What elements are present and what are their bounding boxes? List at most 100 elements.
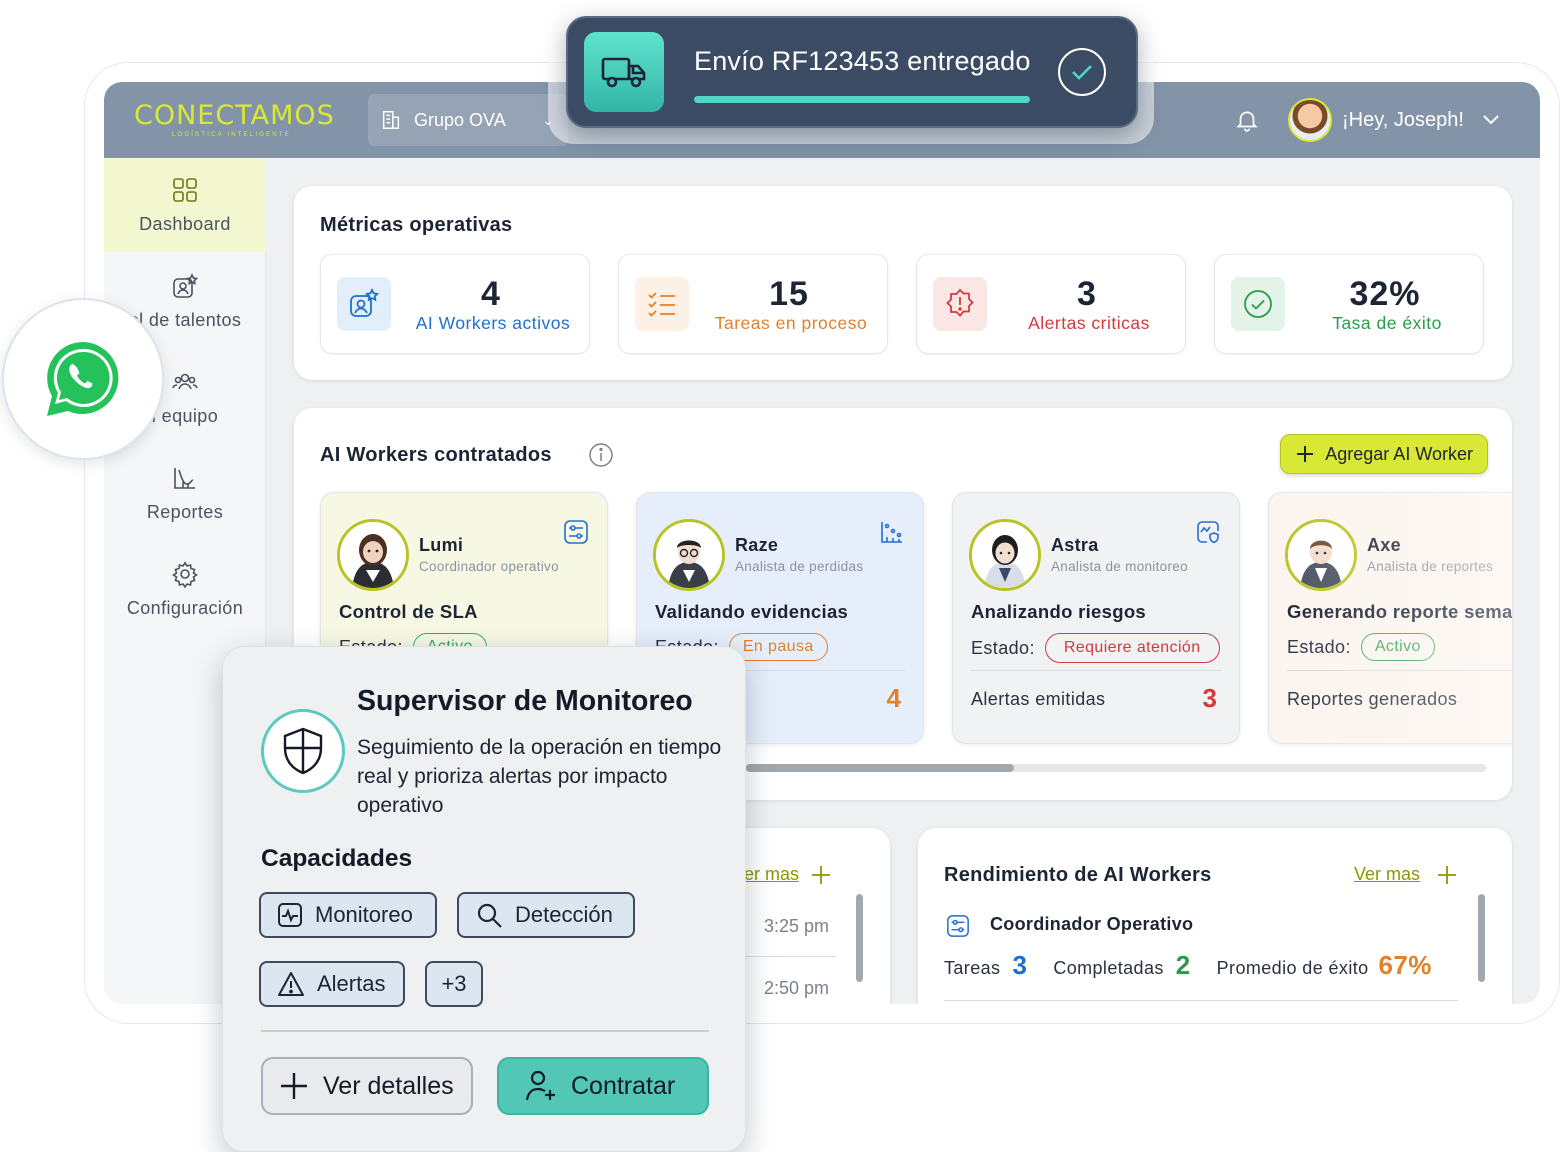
supervisor-popup: Supervisor de Monitoreo Seguimiento de l… [222,646,746,1152]
scrollbar-thumb[interactable] [746,764,1014,772]
avatar [337,519,409,591]
user-greeting: ¡Hey, Joseph! [1342,108,1464,131]
sliders-icon [564,520,588,544]
horizontal-scrollbar[interactable] [746,764,1486,772]
activity-time: 3:25 pm [764,916,830,936]
monitor-shield-icon [1197,521,1219,544]
plus-icon[interactable] [1436,864,1458,886]
view-details-button[interactable]: Ver detalles [261,1057,473,1115]
bell-icon[interactable] [1234,106,1260,134]
status-badge: Activo [1360,633,1435,661]
metric-label: Alertas criticas [1028,313,1150,333]
hire-button[interactable]: Contratar [497,1057,709,1115]
search-icon [477,903,502,928]
whatsapp-button[interactable] [2,298,164,460]
workers-title: AI Workers contratados [320,444,552,466]
brand-tagline: LOGÍSTICA INTELIGENTE [172,132,291,138]
pulse-icon [278,903,302,927]
alert-badge-icon [933,277,987,331]
performance-row-title: Coordinador Operativo [990,914,1194,934]
scatter-chart-icon [881,522,902,543]
check-icon [1058,48,1106,96]
metric-card-active-workers[interactable]: 4 AI Workers activos [320,254,590,354]
add-ai-worker-button[interactable]: Agregar AI Worker [1280,434,1488,474]
worker-card-axe[interactable]: Axe Analista de reportes Generando repor… [1268,492,1512,744]
sidebar-item-label: Dashboard [139,213,231,234]
worker-state: Estado: Requiere atención [971,633,1220,663]
worker-stat-label: Alertas emitidas [971,689,1106,709]
metric-value: 32% [1349,275,1421,313]
sidebar-item-settings[interactable]: Configuración [104,542,266,636]
checklist-icon [635,277,689,331]
worker-stat-value: 4 [886,683,901,713]
metric-card-success-rate[interactable]: 32% Tasa de éxito [1214,254,1484,354]
metric-label: AI Workers activos [415,313,571,333]
building-icon [382,111,400,129]
sidebar-item-dashboard[interactable]: Dashboard [104,158,266,252]
chart-icon [174,467,195,489]
gear-icon [172,561,198,588]
tasks-label: Tareas [944,958,1001,978]
worker-name: Lumi [419,535,464,555]
hire-label: Contratar [571,1071,676,1100]
chip-label: +3 [441,971,467,996]
avatar [969,519,1041,591]
capability-chip-more[interactable]: +3 [425,961,483,1007]
avatar [1285,519,1357,591]
metric-value: 15 [769,275,809,313]
worker-role: Analista de reportes [1367,559,1494,574]
supervisor-title: Supervisor de Monitoreo [357,685,693,717]
capabilities-title: Capacidades [261,845,413,872]
truck-icon [584,32,664,112]
user-menu[interactable]: ¡Hey, Joseph! [1288,98,1500,142]
check-circle-icon [1231,277,1285,331]
worker-role: Analista de monitoreo [1051,559,1188,574]
capability-chip-detection[interactable]: Detección [457,892,635,938]
plus-icon[interactable] [810,864,832,886]
avatar [653,519,725,591]
toast-progress [694,96,1030,103]
vertical-scrollbar[interactable] [856,894,863,982]
worker-stat-label: Reportes generados [1287,689,1458,709]
toast-message: Envío RF123453 entregado [694,46,1031,76]
metric-card-tasks[interactable]: 15 Tareas en proceso [618,254,888,354]
delivery-toast[interactable]: Envío RF123453 entregado [566,16,1138,128]
sidebar-item-reports[interactable]: Reportes [104,446,266,540]
performance-panel: Rendimiento de AI Workers Ver mas Coordi… [918,828,1512,1004]
sidebar-item-label: Reportes [146,501,224,522]
brand-logo[interactable]: CONECTAMOS LOGÍSTICA INTELIGENTE [134,100,344,138]
metrics-title: Métricas operativas [320,214,513,236]
info-icon[interactable] [588,442,614,468]
state-label: Estado: [971,637,1035,658]
capability-chip-monitoring[interactable]: Monitoreo [259,892,437,938]
avatar [1288,98,1332,142]
supervisor-description: Seguimiento de la operación en tiempo re… [357,736,722,817]
completed-label: Completadas [1053,958,1164,978]
metric-value: 3 [1077,275,1097,313]
performance-stats: Tareas 3 Completadas 2 Promedio de éxito… [944,950,1432,981]
state-label: Estado: [1287,636,1351,657]
metric-label: Tasa de éxito [1332,313,1442,333]
metric-value: 4 [481,275,501,313]
grid-icon [173,177,197,202]
activity-see-more-link[interactable]: er mas [744,864,799,885]
worker-state: Estado: Activo [1287,633,1435,661]
divider [1287,670,1512,671]
worker-name: Astra [1051,535,1099,555]
view-details-label: Ver detalles [323,1071,454,1100]
vertical-scrollbar[interactable] [1478,894,1485,982]
org-selector[interactable]: Grupo OVA ⌄ [368,94,568,146]
metric-card-alerts[interactable]: 3 Alertas criticas [916,254,1186,354]
sliders-icon [947,915,969,937]
capability-chip-alerts[interactable]: Alertas [259,961,405,1007]
org-name: Grupo OVA [414,109,506,130]
sidebar-item-label: Configuración [126,597,244,618]
worker-card-astra[interactable]: Astra Analista de monitoreo Analizando r… [952,492,1240,744]
plus-icon [1297,446,1314,462]
performance-see-more-link[interactable]: Ver mas [1354,864,1420,885]
divider [971,670,1221,671]
worker-name: Axe [1367,535,1401,555]
add-user-icon [525,1070,555,1101]
brand-name: CONECTAMOS [134,100,335,131]
worker-task: Generando reporte semar [1287,601,1512,622]
